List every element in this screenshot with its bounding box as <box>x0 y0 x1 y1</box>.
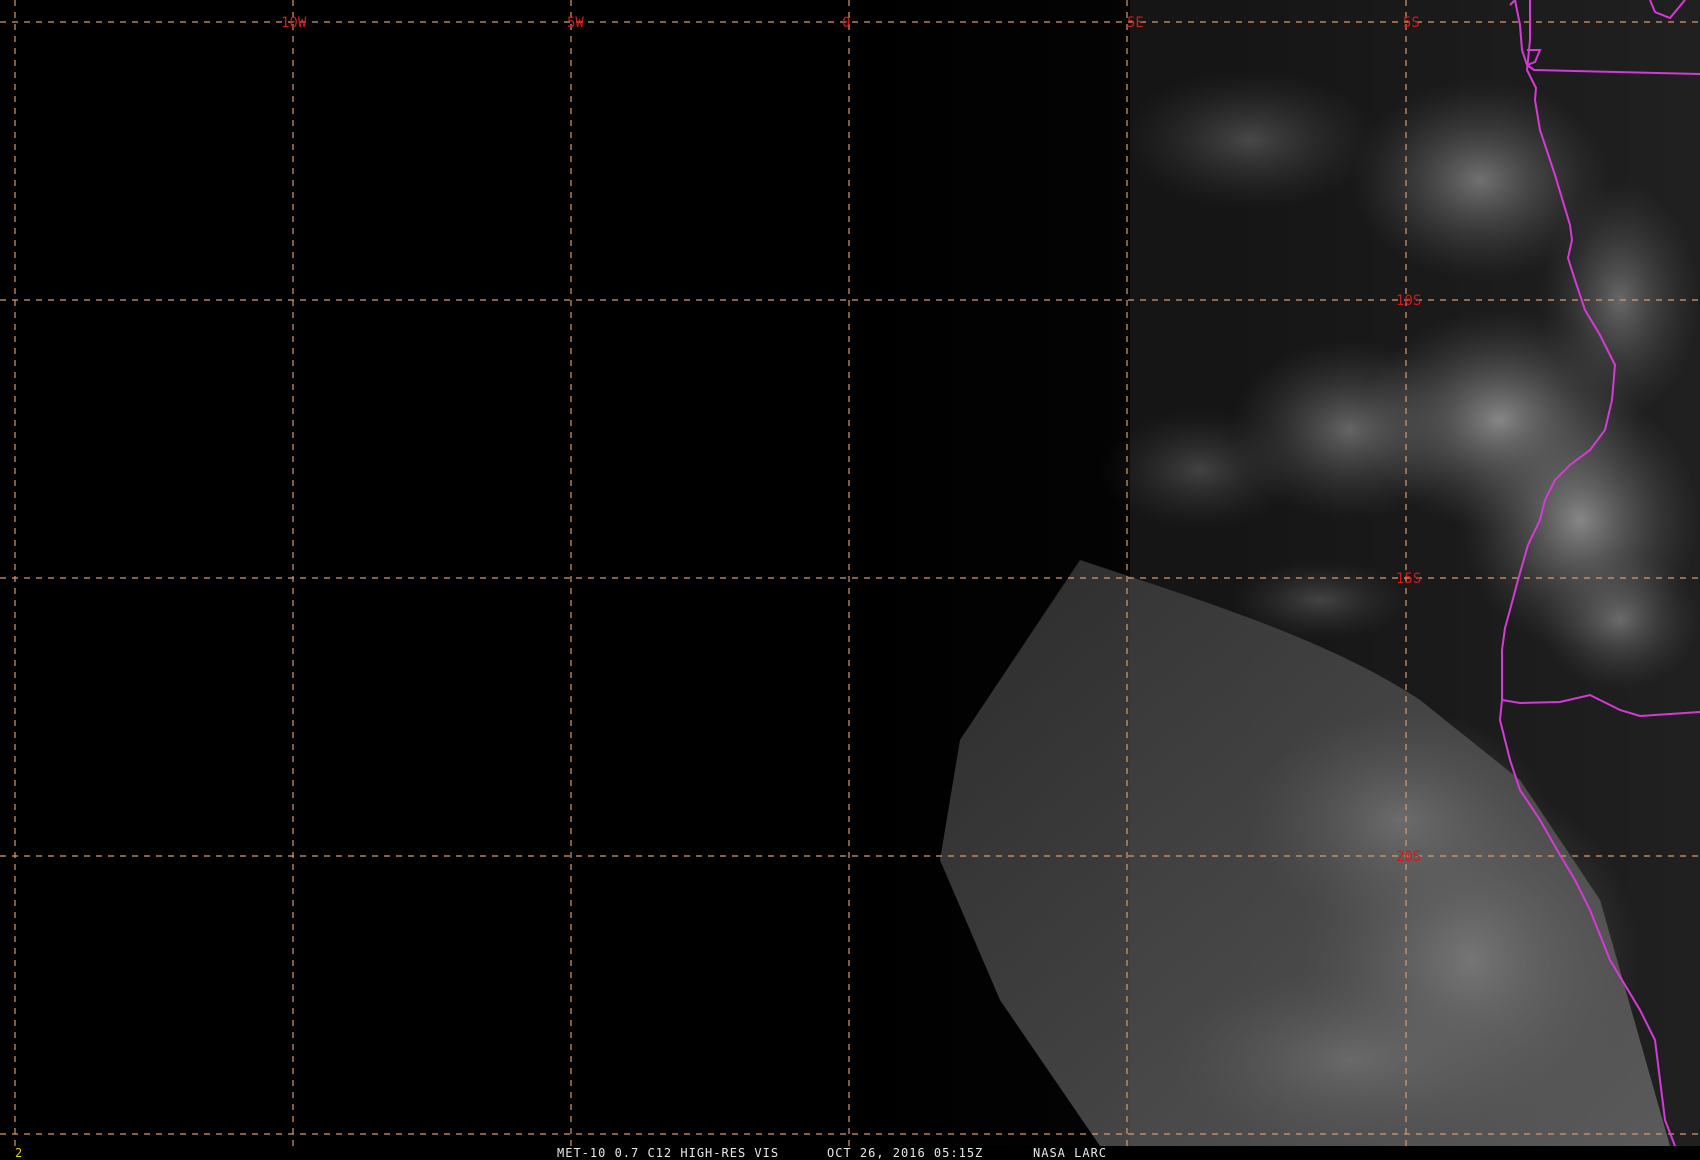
cloud-cluster <box>1100 410 1300 530</box>
lon-label: 5E <box>1127 15 1144 31</box>
datetime-label: OCT 26, 2016 05:15Z <box>827 1146 984 1160</box>
stratus-bright <box>1170 970 1530 1146</box>
lat-label: 10S <box>1396 293 1421 309</box>
lat-label: 5S <box>1403 15 1420 31</box>
cloud-cluster <box>1540 550 1700 690</box>
lon-label: 0 <box>842 15 850 31</box>
frame-number: 2 <box>15 1146 23 1160</box>
source-label: NASA LARC <box>1033 1146 1108 1160</box>
lon-label: 10W <box>281 15 307 31</box>
cloud-cluster <box>1120 70 1380 210</box>
satellite-image-viewer[interactable]: 10W 5W 0 5E 5S 10S 15S 20S 2 MET-10 0.7 … <box>0 0 1700 1160</box>
product-label: MET-10 0.7 C12 HIGH-RES VIS <box>557 1146 780 1160</box>
lat-label: 20S <box>1396 849 1421 865</box>
lat-label: 15S <box>1396 571 1421 587</box>
lon-label: 5W <box>567 15 584 31</box>
status-bar: 2 MET-10 0.7 C12 HIGH-RES VIS OCT 26, 20… <box>0 1146 1700 1160</box>
satellite-image: 10W 5W 0 5E 5S 10S 15S 20S <box>0 0 1700 1146</box>
cloud-cluster <box>1230 560 1410 640</box>
